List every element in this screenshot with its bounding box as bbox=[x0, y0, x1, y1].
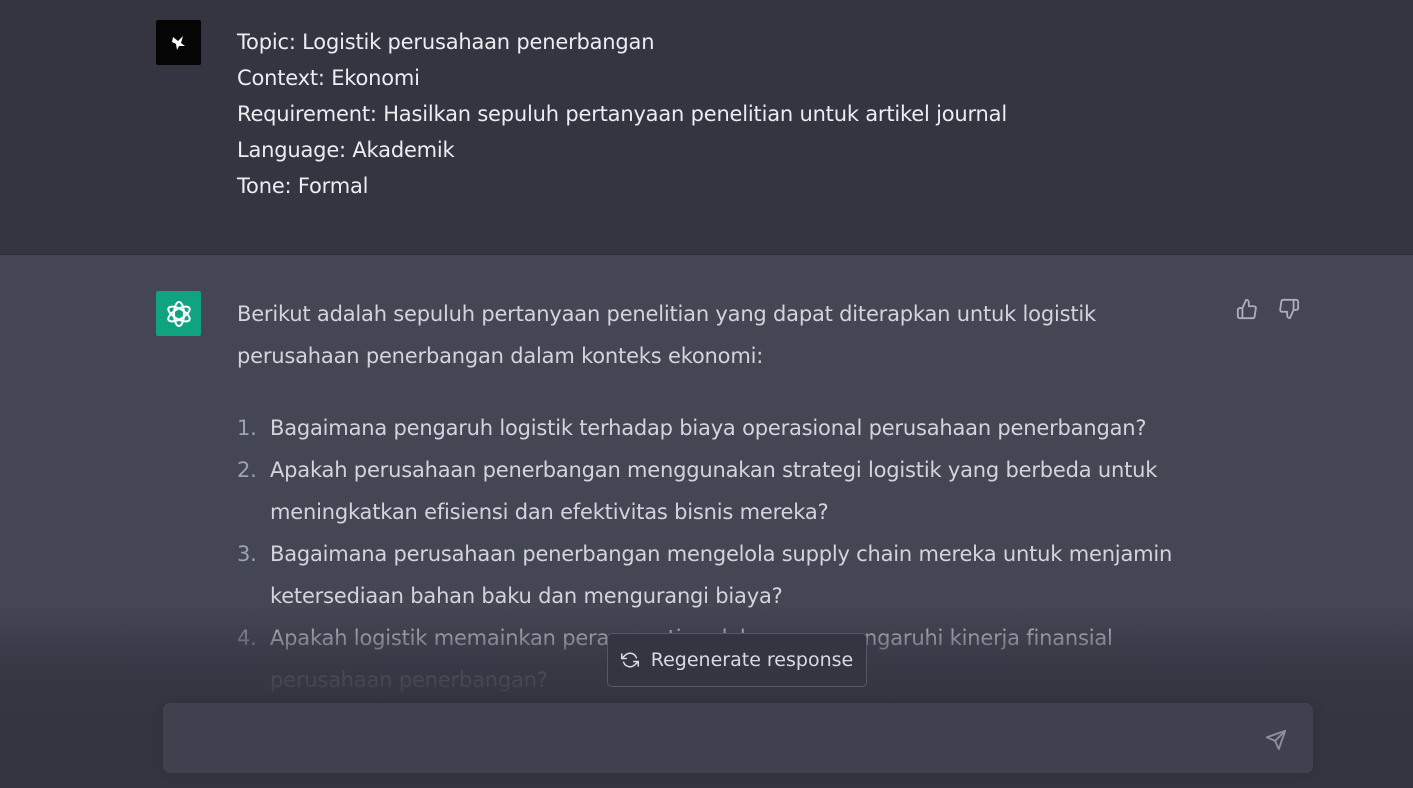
list-item: 1. Bagaimana pengaruh logistik terhadap … bbox=[237, 407, 1217, 449]
user-line-context: Context: Ekonomi bbox=[237, 66, 420, 90]
list-text: Apakah perusahaan penerbangan menggunaka… bbox=[270, 458, 1158, 524]
user-message: Topic: Logistik perusahaan penerbangan C… bbox=[0, 0, 1413, 255]
message-input[interactable] bbox=[183, 721, 1247, 757]
thumbs-up-button[interactable] bbox=[1234, 296, 1260, 322]
refresh-icon bbox=[620, 651, 639, 669]
list-number: 1. bbox=[237, 416, 257, 440]
send-button[interactable] bbox=[1261, 725, 1291, 755]
assistant-intro: Berikut adalah sepuluh pertanyaan peneli… bbox=[237, 302, 1096, 368]
list-item: 2. Apakah perusahaan penerbangan menggun… bbox=[237, 449, 1217, 533]
user-line-requirement: Requirement: Hasilkan sepuluh pertanyaan… bbox=[237, 102, 1007, 126]
list-item: 3. Bagaimana perusahaan penerbangan meng… bbox=[237, 533, 1217, 617]
send-icon bbox=[1265, 729, 1287, 751]
list-number: 3. bbox=[237, 542, 257, 566]
list-number: 2. bbox=[237, 458, 257, 482]
list-text: Bagaimana perusahaan penerbangan mengelo… bbox=[270, 542, 1173, 608]
regenerate-response-button[interactable]: Regenerate response bbox=[607, 633, 867, 687]
user-message-text: Topic: Logistik perusahaan penerbangan C… bbox=[237, 24, 1007, 204]
list-text: Bagaimana pengaruh logistik terhadap bia… bbox=[270, 416, 1147, 440]
thumbs-down-button[interactable] bbox=[1276, 296, 1302, 322]
regenerate-label: Regenerate response bbox=[650, 649, 854, 671]
message-composer bbox=[163, 703, 1313, 773]
user-line-tone: Tone: Formal bbox=[237, 174, 369, 198]
user-avatar-icon bbox=[156, 20, 201, 65]
thumbs-up-icon bbox=[1236, 298, 1257, 320]
user-line-topic: Topic: Logistik perusahaan penerbangan bbox=[237, 30, 655, 54]
openai-logo-icon bbox=[156, 291, 201, 336]
user-line-language: Language: Akademik bbox=[237, 138, 455, 162]
list-number: 4. bbox=[237, 626, 257, 650]
thumbs-down-icon bbox=[1279, 298, 1300, 320]
